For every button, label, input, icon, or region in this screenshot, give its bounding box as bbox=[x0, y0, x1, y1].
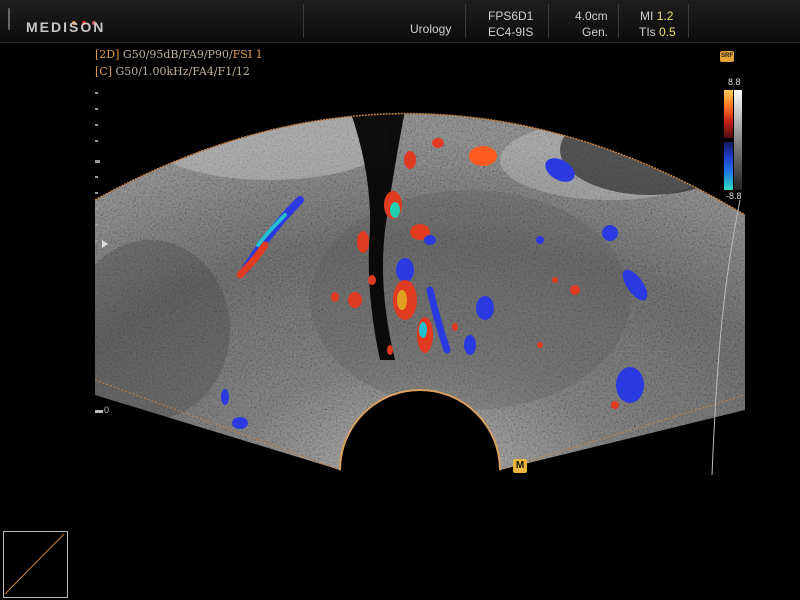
color-map-warm bbox=[724, 90, 733, 138]
thumbnail-box[interactable] bbox=[3, 531, 68, 598]
ultrasound-image[interactable] bbox=[0, 0, 800, 600]
body-marker-icon[interactable]: M bbox=[513, 459, 527, 473]
b-mode-fan bbox=[95, 113, 745, 470]
probe-orientation-icon bbox=[102, 240, 108, 248]
depth-zero-marker bbox=[95, 410, 103, 413]
depth-scale-icon bbox=[95, 92, 100, 412]
srf-badge[interactable]: SRF bbox=[720, 51, 734, 62]
color-scale-max: 8.8 bbox=[728, 77, 741, 87]
depth-zero-label: 0 bbox=[104, 405, 110, 415]
color-map-icon bbox=[724, 90, 742, 190]
gray-map bbox=[734, 90, 742, 190]
color-scale-min: -8.8 bbox=[726, 191, 742, 201]
color-map-cold bbox=[724, 142, 733, 190]
